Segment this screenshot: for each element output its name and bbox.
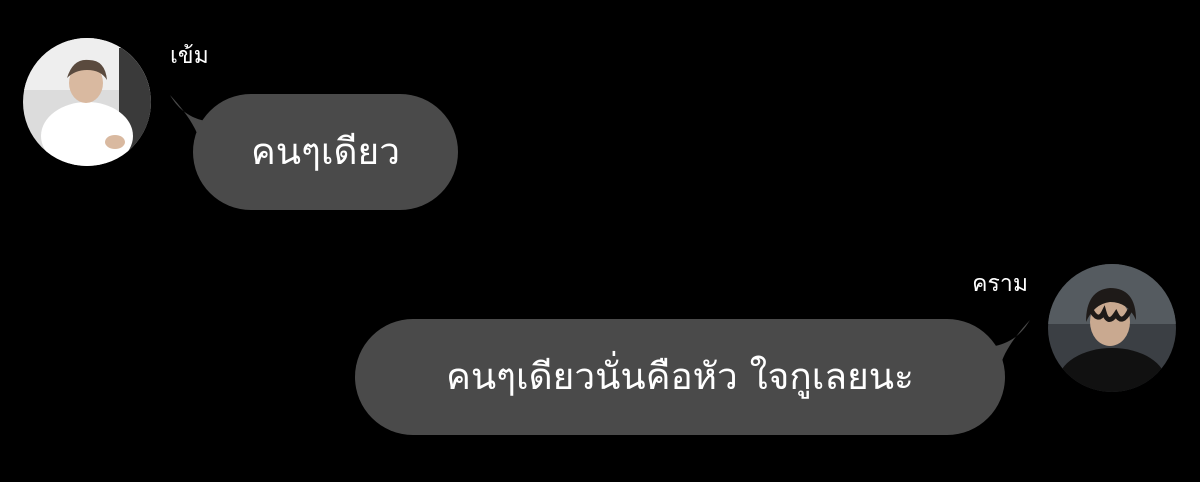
sender-name-left: เข้ม bbox=[170, 43, 209, 69]
message-text-right: คนๆเดียวนั่นคือหัว ใจกูเลยนะ bbox=[446, 355, 914, 398]
sender-avatar-right[interactable] bbox=[1048, 264, 1176, 392]
message-bubble-left[interactable]: คนๆเดียว bbox=[193, 94, 458, 210]
message-bubble-right[interactable]: คนๆเดียวนั่นคือหัว ใจกูเลยนะ bbox=[355, 319, 1005, 435]
person-white-shirt-photo-icon bbox=[23, 38, 151, 166]
sender-avatar-left[interactable] bbox=[23, 38, 151, 166]
message-text-left: คนๆเดียว bbox=[250, 130, 401, 173]
sender-name-right: คราม bbox=[972, 271, 1028, 297]
person-dark-jacket-photo-icon bbox=[1048, 264, 1176, 392]
